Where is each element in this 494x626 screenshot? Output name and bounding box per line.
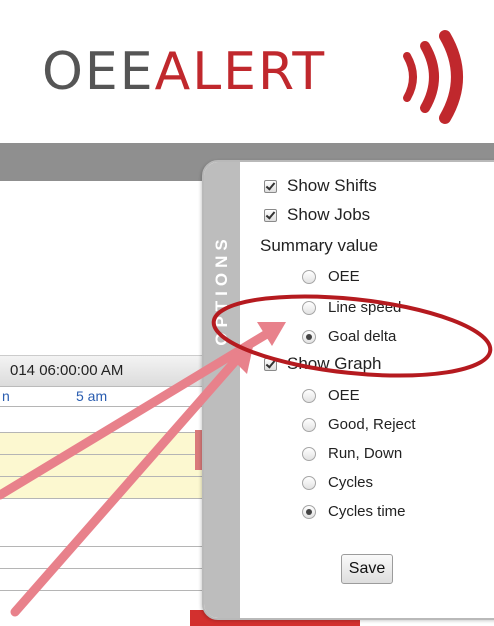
highlight-ellipse: [211, 294, 493, 378]
annotation-arrow: [10, 353, 243, 617]
annotation-overlay: [0, 294, 493, 617]
